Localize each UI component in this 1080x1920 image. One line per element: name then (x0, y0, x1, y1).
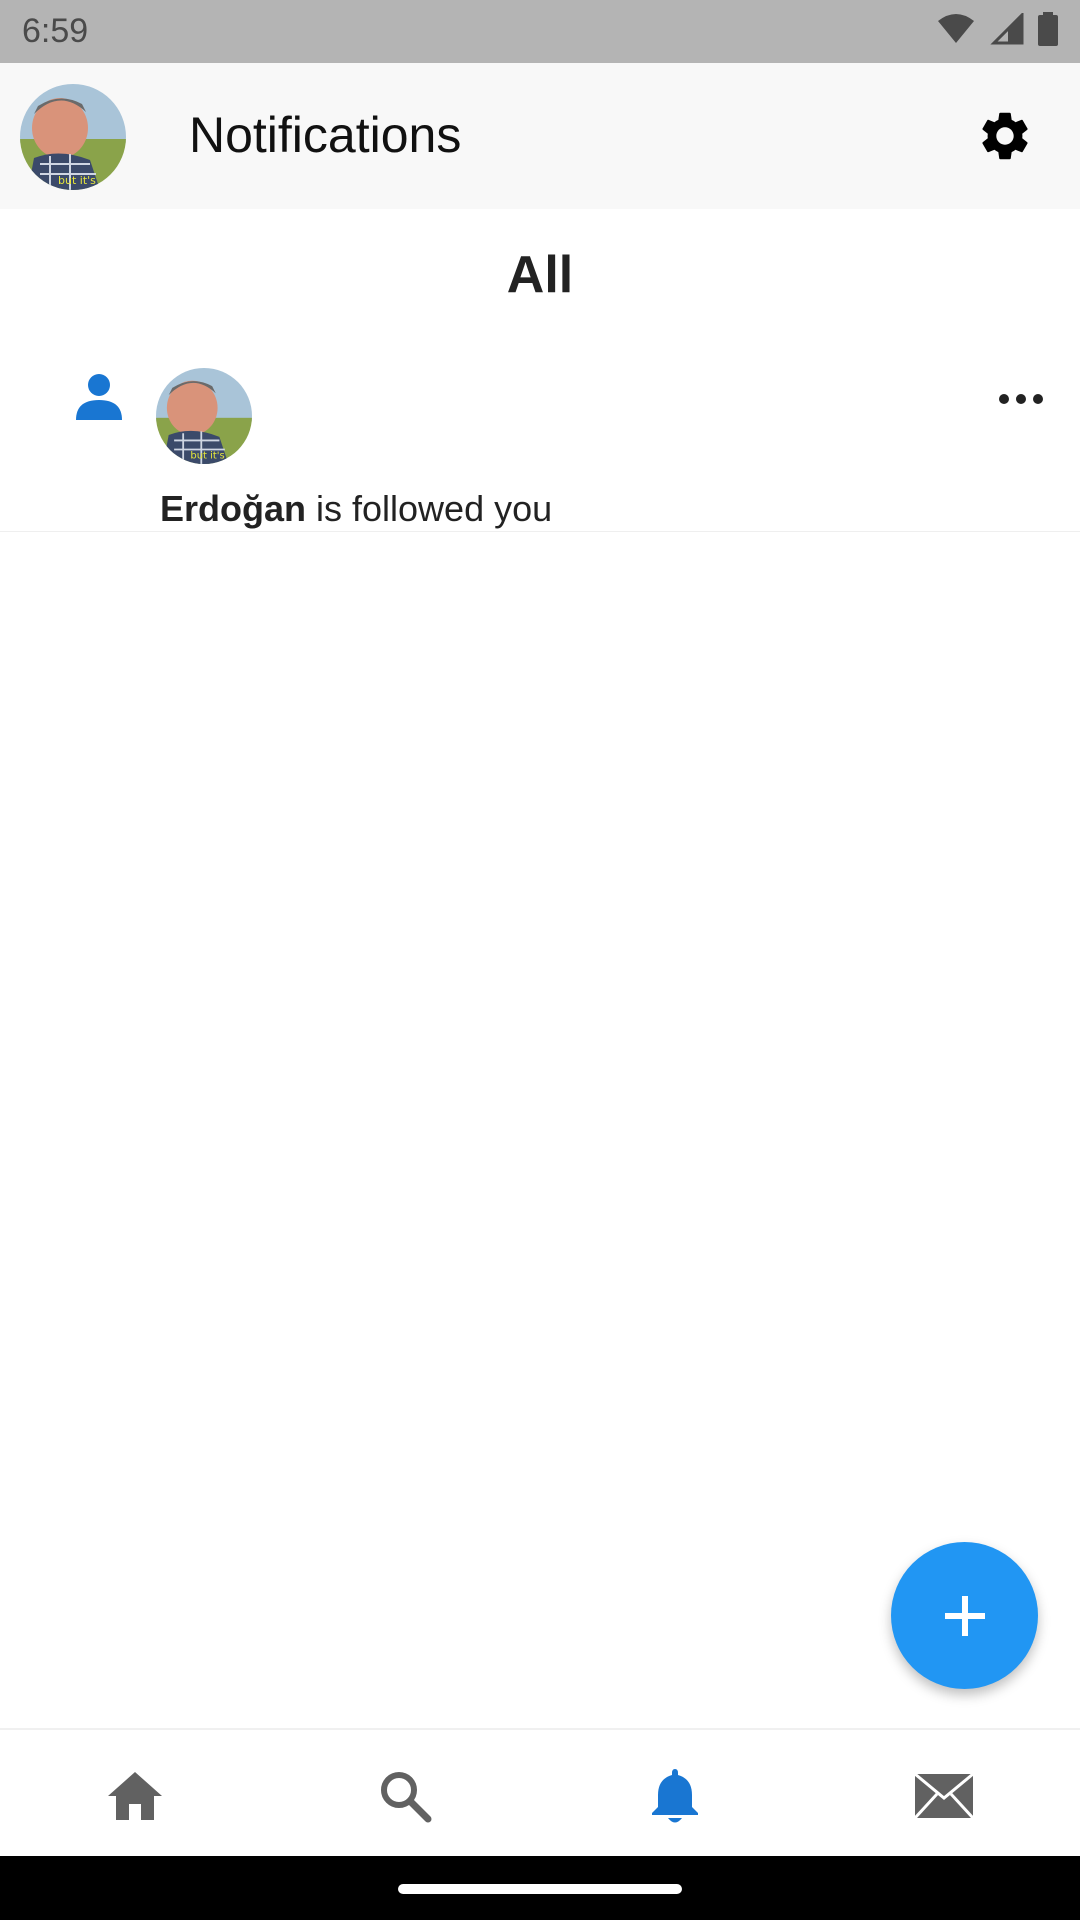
nav-search[interactable] (373, 1764, 437, 1828)
status-bar: 6:59 (0, 0, 1080, 63)
notification-item[interactable]: but it's Erdoğan is followed you (0, 340, 1080, 532)
person-icon (76, 374, 122, 420)
wifi-icon (938, 14, 974, 43)
status-icons (936, 12, 1058, 46)
avatar-caption: but it's (58, 174, 96, 187)
bell-icon (652, 1769, 698, 1823)
compose-fab[interactable] (891, 1542, 1038, 1689)
notification-message: is followed you (306, 488, 553, 529)
nav-notifications[interactable] (643, 1764, 707, 1828)
home-icon (108, 1772, 162, 1820)
signal-icon (990, 13, 1024, 45)
mail-icon (913, 1772, 975, 1820)
notification-user[interactable]: Erdoğan (160, 488, 306, 529)
more-options-icon[interactable] (996, 388, 1046, 410)
notification-text: Erdoğan is followed you (160, 488, 552, 530)
notification-avatar[interactable]: but it's (156, 368, 252, 464)
status-time: 6:59 (22, 12, 89, 50)
home-gesture-pill[interactable] (398, 1884, 682, 1894)
battery-icon (1038, 12, 1058, 46)
nav-home[interactable] (103, 1764, 167, 1828)
nav-messages[interactable] (912, 1764, 976, 1828)
page-title: Notifications (189, 107, 462, 163)
app-bar: but it's Notifications (0, 63, 1080, 209)
settings-button[interactable] (976, 107, 1034, 165)
system-nav-bar (0, 1856, 1080, 1920)
plus-icon (944, 1595, 985, 1636)
gear-icon (982, 112, 1028, 160)
bottom-nav (0, 1728, 1080, 1856)
profile-avatar[interactable]: but it's (20, 84, 126, 190)
tab-all[interactable]: All (0, 245, 1080, 305)
avatar-caption: but it's (190, 451, 224, 462)
search-icon (381, 1772, 432, 1823)
